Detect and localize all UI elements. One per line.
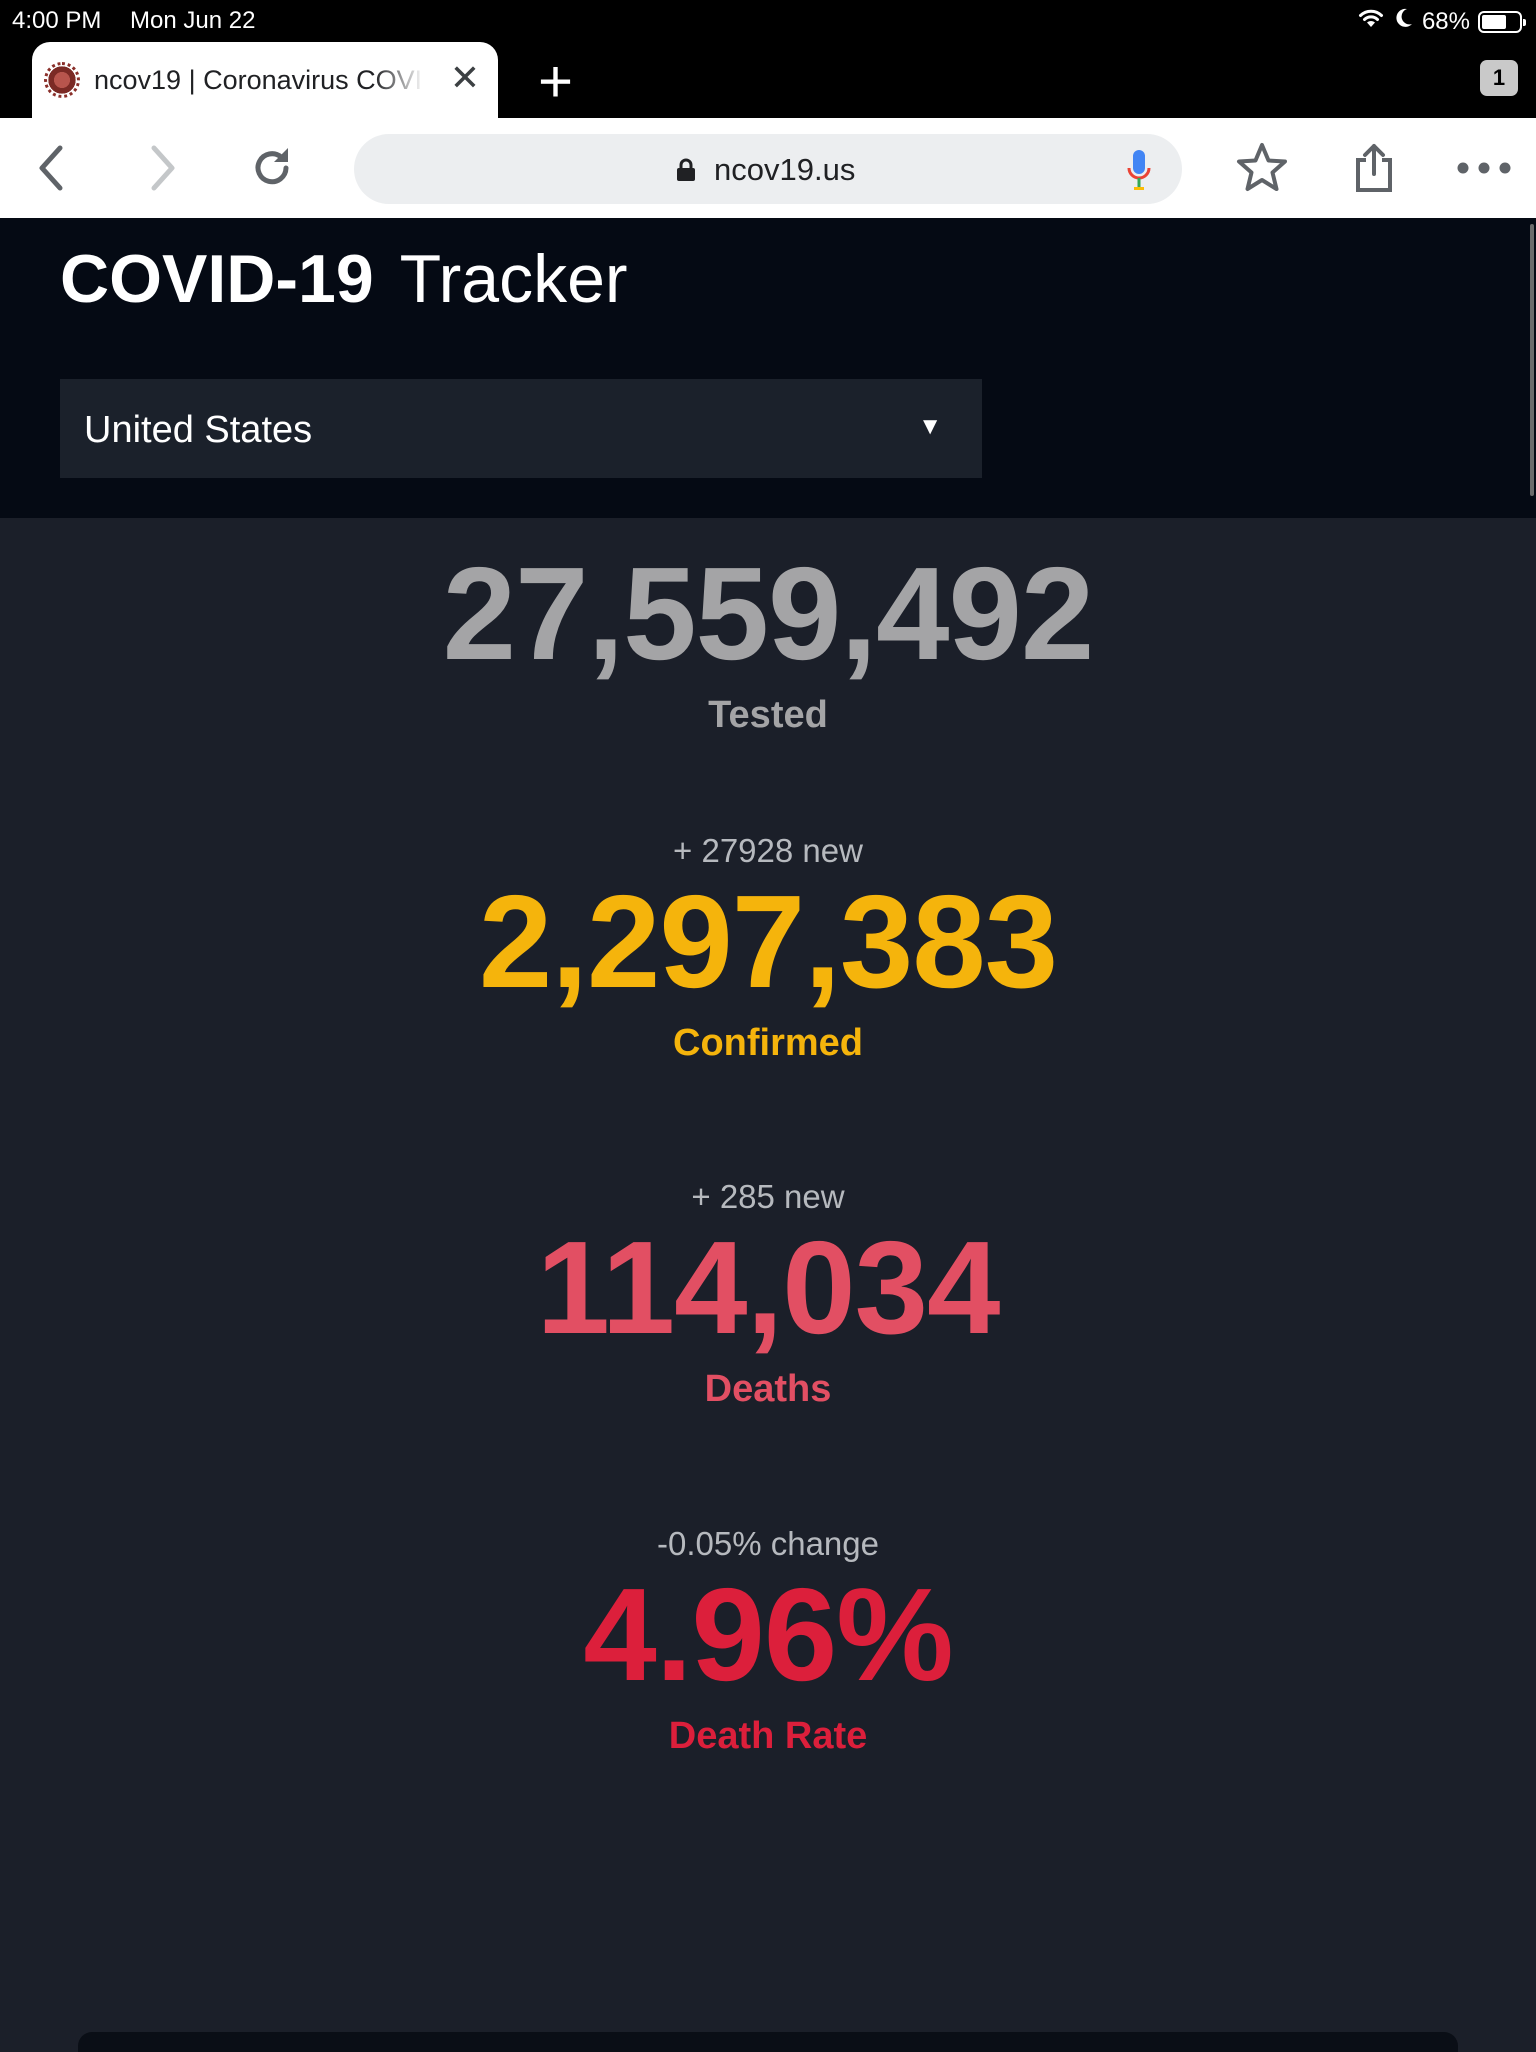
moon-icon <box>1394 7 1414 36</box>
stat-confirmed: + 27928 new 2,297,383 Confirmed <box>0 832 1536 1065</box>
status-bar: 4:00 PM Mon Jun 22 68% <box>0 0 1536 40</box>
plus-icon[interactable]: + <box>538 52 573 112</box>
country-select[interactable]: United States ▼ <box>60 379 982 478</box>
lock-icon <box>676 158 696 187</box>
stat-confirmed-value: 2,297,383 <box>478 868 1058 1015</box>
forward-icon[interactable] <box>134 140 190 196</box>
site-header: COVID-19 Tracker United States ▼ <box>0 218 1536 518</box>
back-icon[interactable] <box>24 140 80 196</box>
url-text: ncov19.us <box>714 152 856 187</box>
tab-count-button[interactable]: 1 <box>1480 60 1518 96</box>
stat-tested: 27,559,492 Tested <box>0 548 1536 737</box>
stat-tested-value: 27,559,492 <box>442 540 1095 687</box>
tab-title: ncov19 | Coronavirus COVID-19 Tracker <box>94 64 424 95</box>
stat-deaths-label: Deaths <box>704 1368 832 1410</box>
battery-percent: 68% <box>1421 7 1470 35</box>
stat-death-rate: -0.05% change 4.96% Death Rate <box>0 1525 1536 1758</box>
status-time: 4:00 PM <box>12 7 102 34</box>
stat-tested-label: Tested <box>708 694 828 736</box>
mic-icon[interactable] <box>1126 148 1152 197</box>
scrollbar[interactable] <box>1530 224 1534 496</box>
page-content: COVID-19 Tracker United States ▼ 27,559,4… <box>0 218 1536 2052</box>
battery-icon <box>1478 10 1526 33</box>
site-title-light: Tracker <box>399 241 628 317</box>
chart-panel-edge <box>78 2032 1458 2052</box>
virus-favicon-icon <box>44 62 80 98</box>
wifi-icon <box>1356 6 1386 37</box>
stat-death-rate-label: Death Rate <box>668 1715 868 1757</box>
status-date: Mon Jun 22 <box>130 7 256 34</box>
browser-toolbar: ncov19.us <box>0 118 1536 218</box>
stat-deaths: + 285 new 114,034 Deaths <box>0 1178 1536 1411</box>
country-select-value: United States <box>84 409 313 451</box>
reload-icon[interactable] <box>244 140 300 196</box>
address-bar[interactable]: ncov19.us <box>354 134 1182 204</box>
site-title: COVID-19 Tracker <box>60 240 628 318</box>
browser-tab[interactable]: ncov19 | Coronavirus COVID-19 Tracker ✕ <box>32 42 498 118</box>
caret-down-icon: ▼ <box>918 413 942 440</box>
close-icon[interactable]: ✕ <box>450 60 480 96</box>
stat-death-rate-value: 4.96% <box>583 1561 953 1708</box>
share-icon[interactable] <box>1346 140 1402 196</box>
stat-confirmed-label: Confirmed <box>673 1022 863 1064</box>
site-title-bold: COVID-19 <box>60 241 374 317</box>
more-icon[interactable] <box>1456 140 1512 196</box>
stat-deaths-value: 114,034 <box>536 1214 1001 1361</box>
tab-strip: ncov19 | Coronavirus COVID-19 Tracker ✕ … <box>0 40 1536 118</box>
star-icon[interactable] <box>1234 140 1290 196</box>
